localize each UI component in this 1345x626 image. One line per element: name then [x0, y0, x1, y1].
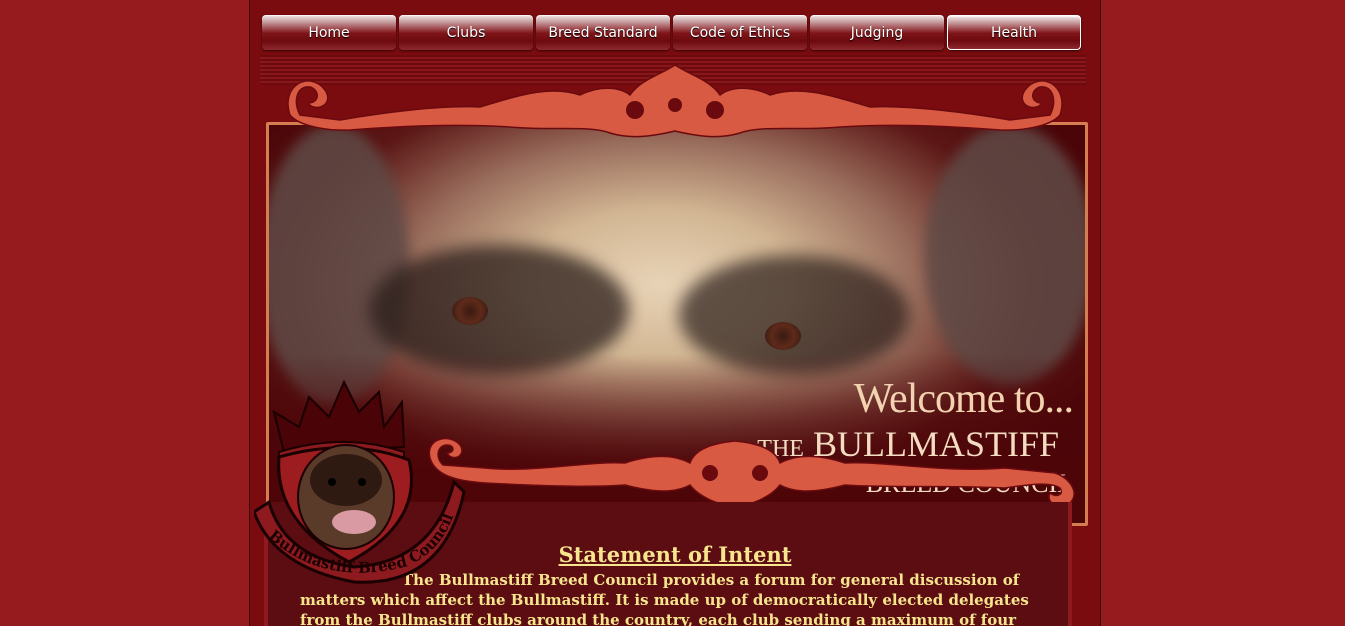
- nav-code-of-ethics[interactable]: Code of Ethics: [673, 15, 807, 50]
- nav-home[interactable]: Home: [262, 15, 396, 50]
- nav-health[interactable]: Health: [947, 15, 1081, 50]
- dog-eye-right: [765, 322, 801, 350]
- bottom-scroll-ornament: [428, 437, 1075, 508]
- bullmastiff-council-logo: Bullmastiff Breed Council: [254, 379, 466, 584]
- main-navigation: Home Clubs Breed Standard Code of Ethics…: [262, 15, 1086, 52]
- dog-eye-left: [452, 297, 488, 325]
- page-container: Home Clubs Breed Standard Code of Ethics…: [249, 0, 1101, 626]
- nav-judging[interactable]: Judging: [810, 15, 944, 50]
- nav-breed-standard[interactable]: Breed Standard: [536, 15, 670, 50]
- nav-clubs[interactable]: Clubs: [399, 15, 533, 50]
- top-scroll-ornament: [287, 65, 1063, 138]
- welcome-line: Welcome to...: [853, 376, 1074, 422]
